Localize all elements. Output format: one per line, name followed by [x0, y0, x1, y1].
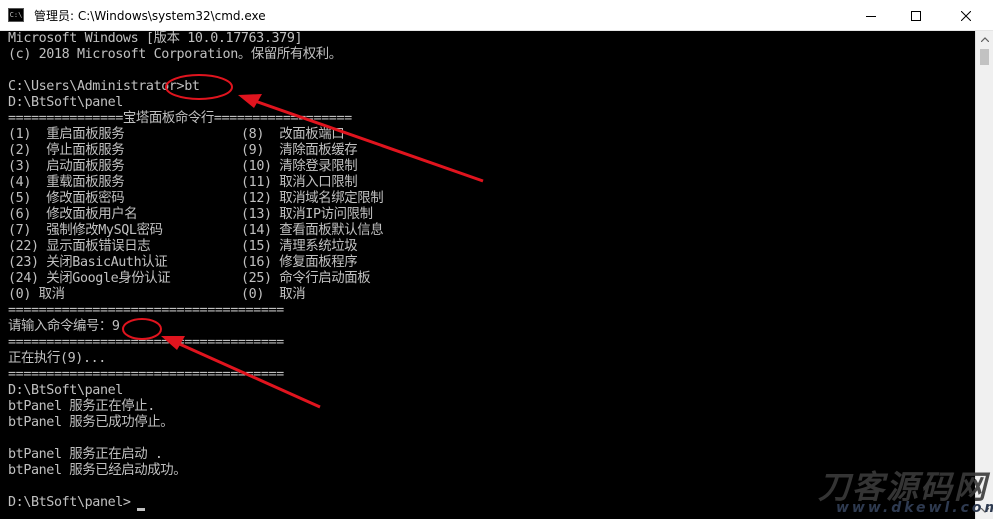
text-cursor [137, 508, 145, 511]
console-line: D:\BtSoft\panel [8, 95, 123, 110]
menu-item-right: (11) 取消入口限制 [241, 175, 358, 190]
maximize-button[interactable] [893, 0, 939, 31]
console-line: C:\Users\Administrator>bt [8, 79, 200, 94]
console-line: ==================================== [8, 335, 284, 350]
menu-item-left: (23) 关闭BasicAuth认证 [8, 255, 168, 270]
minimize-icon [866, 15, 876, 17]
menu-item-right: (8) 改面板端口 [241, 127, 345, 142]
menu-item-left: (6) 修改面板用户名 [8, 207, 138, 222]
chevron-up-icon [980, 37, 989, 42]
menu-row: (0) 取消 (0) 取消 [8, 287, 306, 303]
vertical-scrollbar[interactable] [975, 31, 993, 519]
menu-row: (1) 重启面板服务 (8) 改面板端口 [8, 127, 345, 143]
menu-item-left: (22) 显示面板错误日志 [8, 239, 151, 254]
console-line: ==================================== [8, 367, 284, 382]
menu-item-right: (12) 取消域名绑定限制 [241, 191, 384, 206]
menu-item-right: (15) 清理系统垃圾 [241, 239, 358, 254]
scroll-thumb[interactable] [980, 49, 989, 65]
console-line: ==================================== [8, 303, 284, 318]
menu-item-right: (25) 命令行启动面板 [241, 271, 371, 286]
menu-item-left: (0) 取消 [8, 287, 65, 302]
cmd-icon-label: C:\ [9, 10, 23, 19]
menu-row: (22) 显示面板错误日志 (15) 清理系统垃圾 [8, 239, 358, 255]
menu-row: (24) 关闭Google身份认证 (25) 命令行启动面板 [8, 271, 371, 287]
maximize-icon [911, 10, 921, 21]
console-line: btPanel 服务正在启动 . [8, 447, 163, 462]
console-line: D:\BtSoft\panel [8, 383, 123, 398]
menu-item-right: (10) 清除登录限制 [241, 159, 358, 174]
menu-row: (3) 启动面板服务 (10) 清除登录限制 [8, 159, 358, 175]
console-line: ===============宝塔面板命令行================== [8, 111, 352, 126]
menu-item-left: (4) 重载面板服务 [8, 175, 125, 190]
scroll-up-button[interactable] [976, 31, 993, 48]
menu-row: (5) 修改面板密码 (12) 取消域名绑定限制 [8, 191, 384, 207]
menu-item-left: (2) 停止面板服务 [8, 143, 125, 158]
menu-item-left: (5) 修改面板密码 [8, 191, 125, 206]
menu-item-left: (3) 启动面板服务 [8, 159, 125, 174]
cmd-app-icon[interactable]: C:\ [8, 8, 24, 22]
close-icon [961, 10, 971, 21]
console-output[interactable]: Microsoft Windows [版本 10.0.17763.379] (c… [0, 31, 975, 519]
window-title: 管理员: C:\Windows\system32\cmd.exe [34, 8, 266, 23]
console-line: 正在执行(9)... [8, 351, 106, 366]
title-bar[interactable]: C:\ 管理员: C:\Windows\system32\cmd.exe [0, 0, 993, 31]
console-line: Microsoft Windows [版本 10.0.17763.379] [8, 31, 303, 46]
minimize-button[interactable] [848, 0, 894, 31]
watermark-url: www.dkewl.com [836, 500, 993, 516]
menu-item-right: (9) 清除面板缓存 [241, 143, 358, 158]
menu-item-left: (1) 重启面板服务 [8, 127, 125, 142]
menu-row: (2) 停止面板服务 (9) 清除面板缓存 [8, 143, 358, 159]
menu-item-right: (13) 取消IP访问限制 [241, 207, 373, 222]
menu-item-right: (14) 查看面板默认信息 [241, 223, 384, 238]
console-line: btPanel 服务已经启动成功。 [8, 463, 187, 478]
menu-row: (7) 强制修改MySQL密码 (14) 查看面板默认信息 [8, 223, 384, 239]
command-prompt-line: 请输入命令编号：9 [8, 319, 120, 334]
menu-item-left: (24) 关闭Google身份认证 [8, 271, 171, 286]
menu-item-right: (0) 取消 [241, 287, 306, 302]
menu-item-right: (16) 修复面板程序 [241, 255, 358, 270]
console-line: btPanel 服务已成功停止。 [8, 415, 174, 430]
console-line: (c) 2018 Microsoft Corporation。保留所有权利。 [8, 47, 342, 62]
menu-row: (6) 修改面板用户名 (13) 取消IP访问限制 [8, 207, 373, 223]
menu-item-left: (7) 强制修改MySQL密码 [8, 223, 163, 238]
menu-row: (23) 关闭BasicAuth认证 (16) 修复面板程序 [8, 255, 358, 271]
prompt-line[interactable]: D:\BtSoft\panel> [8, 495, 131, 511]
console-line: btPanel 服务正在停止. [8, 399, 155, 414]
menu-row: (4) 重载面板服务 (11) 取消入口限制 [8, 175, 358, 191]
close-button[interactable] [939, 0, 993, 31]
